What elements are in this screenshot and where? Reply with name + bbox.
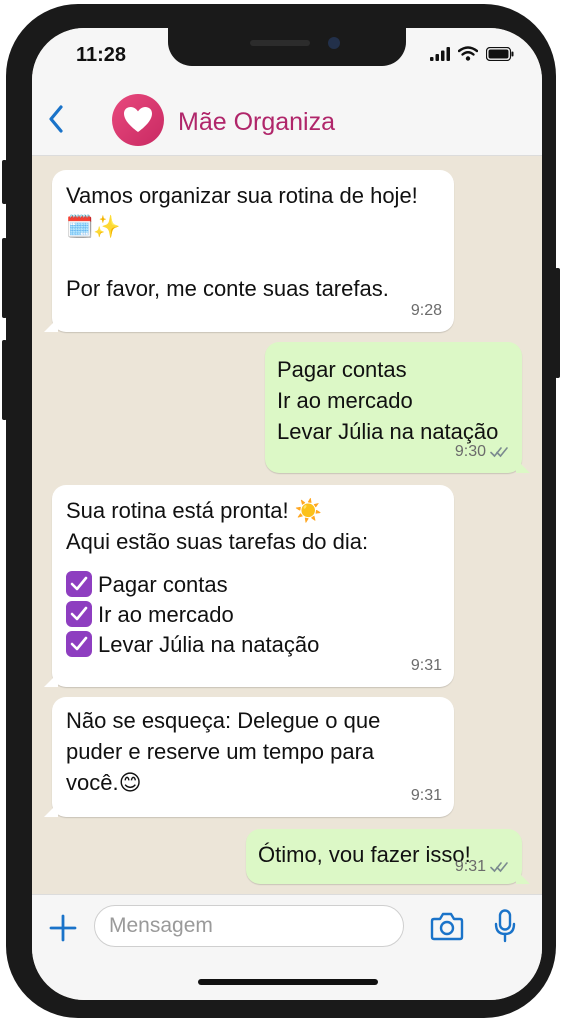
input-bar: [32, 894, 542, 1000]
front-camera: [328, 37, 340, 49]
status-time: 11:28: [76, 44, 127, 66]
message-meta: 9:31: [411, 780, 442, 811]
message-time: 9:28: [410, 302, 442, 319]
task-label: Levar Júlia na natação: [98, 631, 320, 657]
message-meta: 9:31: [455, 851, 510, 882]
home-indicator[interactable]: [198, 979, 378, 985]
message-meta: 9:30: [455, 436, 510, 467]
message-text: Não se esqueça: Delegue o que puder e re…: [66, 708, 381, 795]
message-time: 9:31: [454, 858, 486, 875]
notch: [168, 28, 406, 66]
wifi-icon: [458, 46, 478, 61]
task-label: Pagar contas: [98, 571, 228, 597]
checkbox-icon: [66, 601, 92, 627]
double-check-icon: [490, 861, 508, 872]
message-time: 9:31: [410, 657, 442, 674]
message-text: Pagar contas Ir ao mercado Levar Júlia n…: [277, 357, 499, 444]
power-button: [555, 268, 560, 378]
message-bubble: Sua rotina está pronta! ☀️ Aqui estão su…: [44, 485, 454, 687]
chat-area: Vamos organizar sua rotina de hoje! 🗓️✨ …: [32, 156, 542, 916]
message-bubble: Ótimo, vou fazer isso! 9:31: [246, 829, 530, 884]
avatar[interactable]: [112, 94, 164, 146]
message-bubble: Vamos organizar sua rotina de hoje! 🗓️✨ …: [44, 170, 454, 332]
battery-icon: [486, 47, 514, 61]
chat-header: Mãe Organiza: [32, 82, 542, 156]
message-text: Vamos organizar sua rotina de hoje! 🗓️✨ …: [66, 183, 418, 301]
message-text: Sua rotina está pronta! ☀️ Aqui estão su…: [66, 498, 369, 554]
message-time: 9:30: [454, 443, 486, 460]
task-item: Levar Júlia na natação: [66, 629, 440, 659]
mic-icon[interactable]: [494, 909, 516, 943]
plus-icon[interactable]: [48, 913, 78, 943]
task-label: Ir ao mercado: [98, 601, 234, 627]
message-time: 9:31: [410, 787, 442, 804]
signal-icon: [430, 47, 450, 61]
back-chevron-icon[interactable]: [44, 102, 68, 136]
speaker: [250, 40, 310, 46]
side-button: [2, 238, 7, 318]
camera-icon[interactable]: [430, 911, 464, 941]
bubble-tail: [44, 803, 58, 817]
bubble-tail: [44, 318, 58, 332]
phone-screen: 11:28 Mãe Organiza Vamos organizar sua r…: [32, 28, 542, 1000]
message-input[interactable]: [94, 905, 404, 947]
bubble-tail: [516, 870, 530, 884]
checkbox-icon: [66, 631, 92, 657]
message-meta: 9:31: [411, 650, 442, 681]
task-item: Pagar contas: [66, 569, 440, 599]
phone-frame: 11:28 Mãe Organiza Vamos organizar sua r…: [6, 4, 556, 1018]
status-icons: [430, 46, 514, 61]
side-button: [2, 160, 7, 204]
message-meta: 9:28: [411, 295, 442, 326]
checkbox-icon: [66, 571, 92, 597]
bubble-tail: [516, 459, 530, 473]
bubble-tail: [44, 673, 58, 687]
message-bubble: Não se esqueça: Delegue o que puder e re…: [44, 697, 454, 817]
heart-icon: [124, 107, 152, 132]
double-check-icon: [490, 446, 508, 457]
task-item: Ir ao mercado: [66, 599, 440, 629]
side-button: [2, 340, 7, 420]
message-bubble: Pagar contas Ir ao mercado Levar Júlia n…: [265, 342, 530, 473]
contact-name[interactable]: Mãe Organiza: [178, 108, 335, 137]
